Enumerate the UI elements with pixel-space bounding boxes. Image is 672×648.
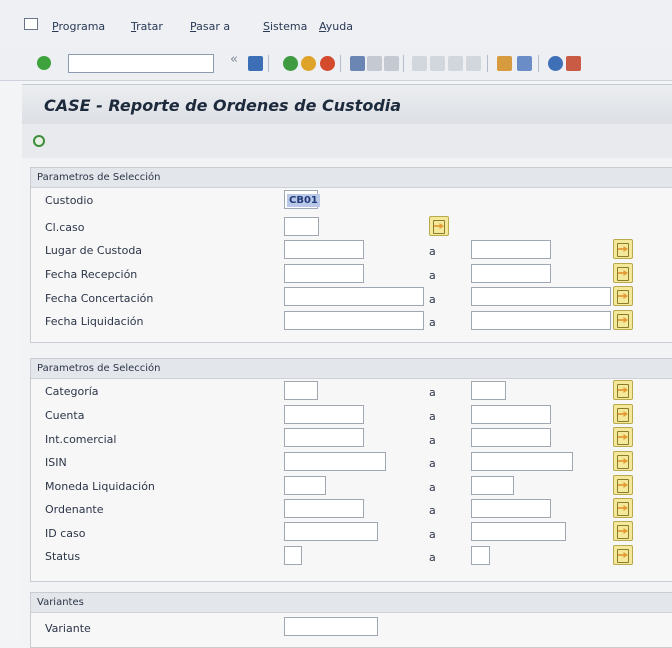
label-cuenta: Cuenta	[45, 409, 85, 422]
label-custodio: Custodio	[45, 194, 94, 207]
fecha-liquidacion-from[interactable]	[284, 311, 424, 330]
cuenta-from[interactable]	[284, 405, 364, 424]
range-separator: a	[429, 551, 436, 564]
status-to[interactable]	[471, 546, 490, 565]
moneda-liquidacion-from[interactable]	[284, 476, 326, 495]
range-separator: a	[429, 528, 436, 541]
int-comercial-from[interactable]	[284, 428, 364, 447]
range-separator: a	[429, 504, 436, 517]
custodio-input[interactable]: CB01	[284, 190, 320, 209]
multiple-selection-button[interactable]	[613, 286, 633, 306]
label-status: Status	[45, 550, 81, 563]
execute-icon[interactable]	[33, 135, 45, 147]
range-separator: a	[429, 386, 436, 399]
label-variante: Variante	[45, 622, 91, 635]
label-ordenante: Ordenante	[45, 503, 104, 516]
multiple-selection-button[interactable]	[613, 498, 633, 518]
range-separator: a	[429, 457, 436, 470]
label-lugar-custoda: Lugar de Custoda	[45, 244, 143, 257]
multiple-selection-button[interactable]	[613, 380, 633, 400]
fecha-concertacion-to[interactable]	[471, 287, 611, 306]
exit-icon[interactable]	[301, 56, 316, 71]
application-toolbar	[22, 124, 672, 159]
range-separator: a	[429, 316, 436, 329]
categoria-from[interactable]	[284, 381, 318, 400]
last-page-icon[interactable]	[466, 56, 481, 71]
back-icon[interactable]	[283, 56, 298, 71]
find-next-icon[interactable]	[384, 56, 399, 71]
multiple-selection-button[interactable]	[613, 310, 633, 330]
menu-pasar-a[interactable]: Pasar a	[190, 20, 230, 33]
enter-check-icon[interactable]	[37, 56, 51, 70]
range-separator: a	[429, 245, 436, 258]
find-icon[interactable]	[367, 56, 382, 71]
page-title: CASE - Reporte de Ordenes de Custodia	[44, 96, 402, 115]
clcaso-input[interactable]	[284, 217, 319, 236]
history-chevrons-icon[interactable]: «	[230, 52, 245, 67]
multiple-selection-button[interactable]	[613, 451, 633, 471]
isin-to[interactable]	[471, 452, 573, 471]
moneda-liquidacion-to[interactable]	[471, 476, 514, 495]
previous-page-icon[interactable]	[430, 56, 445, 71]
range-separator: a	[429, 269, 436, 282]
customize-layout-icon[interactable]	[566, 56, 581, 71]
command-field[interactable]	[68, 54, 214, 73]
shortcut-icon[interactable]	[517, 56, 532, 71]
multiple-selection-button[interactable]	[613, 521, 633, 541]
print-icon[interactable]	[350, 56, 365, 71]
id-caso-to[interactable]	[471, 522, 566, 541]
multiple-selection-button[interactable]	[613, 475, 633, 495]
label-int-comercial: Int.comercial	[45, 433, 117, 446]
next-page-icon[interactable]	[448, 56, 463, 71]
categoria-to[interactable]	[471, 381, 506, 400]
range-separator: a	[429, 293, 436, 306]
label-categoria: Categoría	[45, 385, 99, 398]
label-fecha-liquidacion: Fecha Liquidación	[45, 315, 144, 328]
range-separator: a	[429, 434, 436, 447]
variante-input[interactable]	[284, 617, 378, 636]
range-separator: a	[429, 410, 436, 423]
multiple-selection-button[interactable]	[613, 263, 633, 283]
cuenta-to[interactable]	[471, 405, 551, 424]
fecha-liquidacion-to[interactable]	[471, 311, 611, 330]
multiple-selection-button[interactable]	[613, 545, 633, 565]
save-icon[interactable]	[248, 56, 263, 71]
create-session-icon[interactable]	[497, 56, 512, 71]
multiple-selection-button[interactable]	[613, 427, 633, 447]
label-fecha-concertacion: Fecha Concertación	[45, 292, 154, 305]
custodio-value: CB01	[287, 194, 320, 207]
fecha-concertacion-from[interactable]	[284, 287, 424, 306]
id-caso-from[interactable]	[284, 522, 378, 541]
lugar-custoda-from[interactable]	[284, 240, 364, 259]
status-from[interactable]	[284, 546, 302, 565]
fecha-recepcion-from[interactable]	[284, 264, 364, 283]
multiple-selection-button[interactable]	[613, 404, 633, 424]
menu-icon[interactable]	[24, 18, 38, 30]
menu-ayuda[interactable]: Ayuda	[319, 20, 353, 33]
menu-tratar[interactable]: Tratar	[131, 20, 163, 33]
ordenante-to[interactable]	[471, 499, 551, 518]
first-page-icon[interactable]	[412, 56, 427, 71]
label-id-caso: ID caso	[45, 527, 86, 540]
group-header: Variantes	[31, 593, 672, 613]
group-header: Parametros de Selección	[31, 168, 672, 188]
cancel-icon[interactable]	[320, 56, 335, 71]
range-separator: a	[429, 481, 436, 494]
label-fecha-recepcion: Fecha Recepción	[45, 268, 138, 281]
multiple-selection-button[interactable]	[613, 239, 633, 259]
label-clcaso: Cl.caso	[45, 221, 85, 234]
label-isin: ISIN	[45, 456, 67, 469]
menu-bar: Programa Tratar Pasar a Sistema Ayuda	[0, 0, 672, 46]
group-header: Parametros de Selección	[31, 359, 672, 379]
menu-sistema[interactable]: Sistema	[263, 20, 307, 33]
label-moneda-liquidacion: Moneda Liquidación	[45, 480, 155, 493]
menu-programa[interactable]: Programa	[52, 20, 105, 33]
isin-from[interactable]	[284, 452, 386, 471]
fecha-recepcion-to[interactable]	[471, 264, 551, 283]
multiple-selection-button[interactable]	[429, 216, 449, 236]
lugar-custoda-to[interactable]	[471, 240, 551, 259]
ordenante-from[interactable]	[284, 499, 364, 518]
int-comercial-to[interactable]	[471, 428, 551, 447]
help-icon[interactable]	[548, 56, 563, 71]
